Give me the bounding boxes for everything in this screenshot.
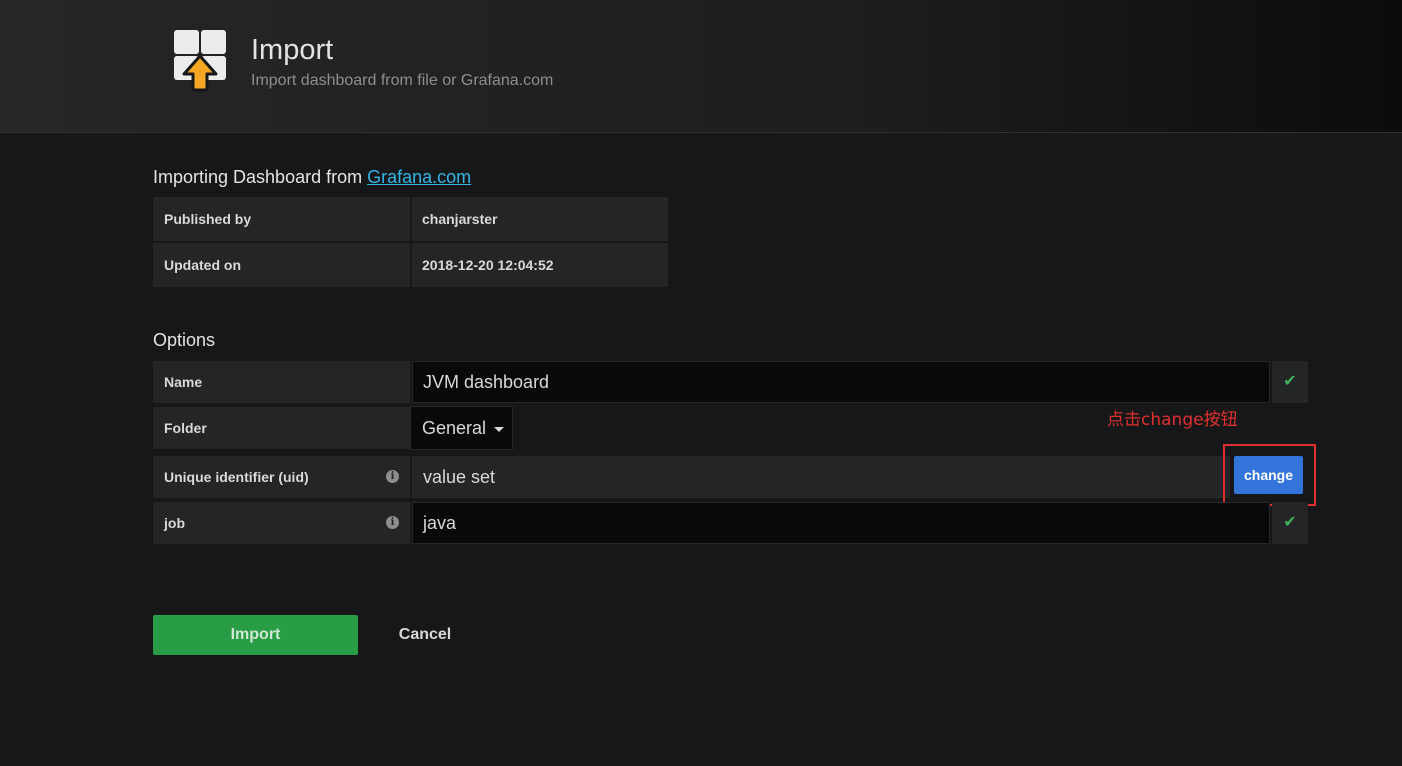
folder-select-value: General	[422, 418, 487, 438]
name-label: Name	[153, 361, 410, 403]
page-title: Import	[251, 34, 334, 66]
published-by-label: Published by	[153, 197, 410, 241]
uid-info-icon[interactable]: i	[386, 470, 399, 483]
page-header: Import Import dashboard from file or Gra…	[0, 0, 1402, 133]
caret-down-icon	[494, 426, 505, 432]
page-subtitle: Import dashboard from file or Grafana.co…	[251, 72, 554, 89]
uid-label-text: Unique identifier (uid)	[164, 469, 309, 485]
cancel-button[interactable]: Cancel	[380, 615, 470, 655]
folder-select[interactable]: General	[410, 406, 513, 450]
import-button[interactable]: Import	[153, 615, 358, 655]
uid-label: Unique identifier (uid) i	[153, 456, 410, 498]
published-by-value: chanjarster	[412, 197, 668, 241]
uid-input: value set	[412, 456, 1230, 498]
folder-label: Folder	[153, 407, 410, 449]
grafana-com-link[interactable]: Grafana.com	[367, 167, 471, 187]
dashboard-import-icon	[174, 30, 226, 92]
source-heading-prefix: Importing Dashboard from	[153, 167, 368, 187]
options-heading: Options	[153, 330, 216, 350]
annotation-text: 点击change按钮	[1107, 410, 1238, 430]
updated-on-value: 2018-12-20 12:04:52	[412, 243, 668, 287]
job-valid-check-icon: ✔	[1272, 502, 1308, 544]
name-valid-check-icon: ✔	[1272, 361, 1308, 403]
job-info-icon[interactable]: i	[386, 516, 399, 529]
name-input[interactable]: JVM dashboard	[412, 361, 1270, 403]
job-label-text: job	[164, 515, 185, 531]
source-heading: Importing Dashboard from Grafana.com	[153, 167, 471, 188]
updated-on-label: Updated on	[153, 243, 410, 287]
job-label: job i	[153, 502, 410, 544]
annotation-highlight-box	[1223, 444, 1316, 506]
job-input[interactable]: java	[412, 502, 1270, 544]
